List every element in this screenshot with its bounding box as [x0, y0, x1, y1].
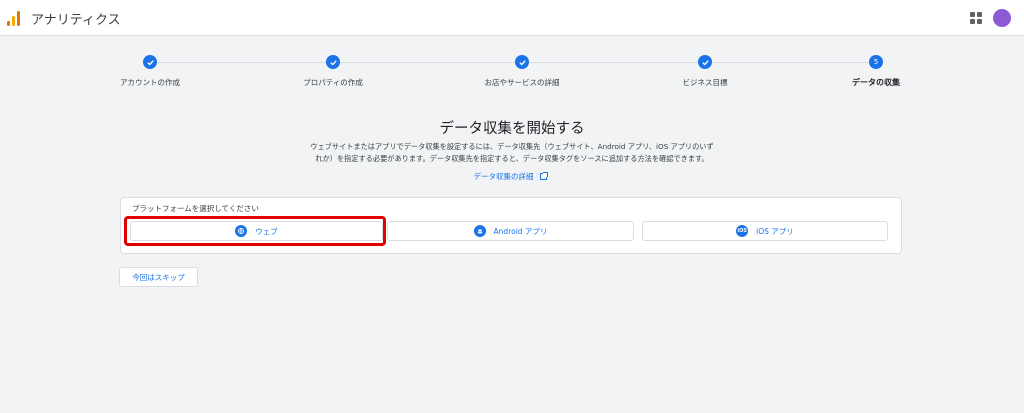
ios-icon: iOS	[736, 225, 749, 237]
top-app-bar: アナリティクス	[0, 0, 1024, 36]
app-title: アナリティクス	[31, 13, 121, 28]
step-5-number: 5	[869, 55, 883, 69]
stepper-connector	[529, 62, 698, 63]
step-label-business-goals: ビジネス目標	[682, 78, 728, 87]
analytics-logo-icon	[7, 10, 21, 26]
skip-button[interactable]: 今回はスキップ	[119, 267, 198, 287]
android-platform-button[interactable]: Android アプリ	[387, 221, 634, 241]
data-collection-details-link[interactable]: データ収集の詳細	[0, 171, 1020, 182]
platform-label: プラットフォームを選択してください	[132, 204, 259, 213]
stepper-connector	[340, 62, 515, 63]
ios-platform-button[interactable]: iOS iOS アプリ	[642, 221, 888, 241]
page-description: ウェブサイトまたはアプリでデータ収集を設定するには、データ収集先（ウェブサイト、…	[275, 141, 749, 165]
description-line: ウェブサイトまたはアプリでデータ収集を設定するには、データ収集先（ウェブサイト、…	[310, 142, 714, 151]
page-title: データ収集を開始する	[439, 121, 585, 137]
step-1-check-icon	[143, 55, 157, 69]
ios-button-label: iOS アプリ	[756, 226, 794, 236]
step-label-property: プロパティの作成	[303, 78, 363, 87]
globe-icon	[235, 225, 248, 237]
web-platform-button[interactable]: ウェブ	[130, 221, 383, 241]
step-label-data-collection: データの収集	[852, 78, 900, 87]
stepper-connector	[712, 62, 869, 63]
details-link-label: データ収集の詳細	[473, 172, 534, 181]
web-button-label: ウェブ	[255, 226, 278, 236]
open-in-new-icon	[539, 172, 548, 180]
step-label-account: アカウントの作成	[120, 78, 180, 87]
stepper-connector	[157, 62, 326, 63]
step-4-check-icon	[698, 55, 712, 69]
apps-grid-icon[interactable]	[970, 12, 982, 24]
step-3-check-icon	[515, 55, 529, 69]
avatar[interactable]	[993, 9, 1011, 27]
step-label-business-details: お店やサービスの詳細	[484, 78, 560, 87]
android-icon	[473, 225, 486, 237]
step-2-check-icon	[326, 55, 340, 69]
android-button-label: Android アプリ	[493, 226, 548, 236]
description-line: れか）を指定する必要があります。データ収集先を指定すると、データ収集タグをソース…	[315, 154, 709, 163]
